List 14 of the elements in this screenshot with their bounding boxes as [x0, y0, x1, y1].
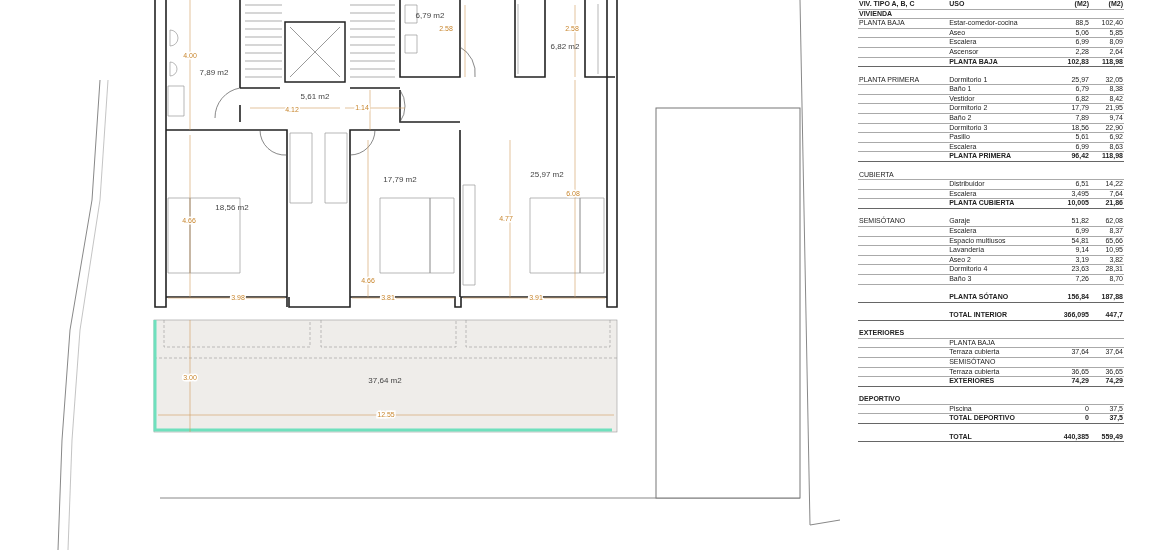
room-area-label: 7,89 m2 — [199, 68, 229, 77]
door-swing — [214, 87, 241, 119]
room-area-label: 25,97 m2 — [530, 170, 564, 179]
door-swing — [399, 89, 406, 123]
room-area-label: 6,82 m2 — [550, 42, 580, 51]
room-area-label: 5,61 m2 — [300, 92, 330, 101]
door-swing — [459, 46, 476, 78]
room-area-label: 18,56 m2 — [215, 203, 249, 212]
door-swing — [259, 129, 288, 156]
room-area-label: 17,79 m2 — [383, 175, 417, 184]
room-area-label: 6,79 m2 — [415, 11, 445, 20]
door-swing — [349, 129, 376, 156]
room-area-label: 37,64 m2 — [368, 376, 402, 385]
elevator-drawing — [284, 21, 346, 83]
